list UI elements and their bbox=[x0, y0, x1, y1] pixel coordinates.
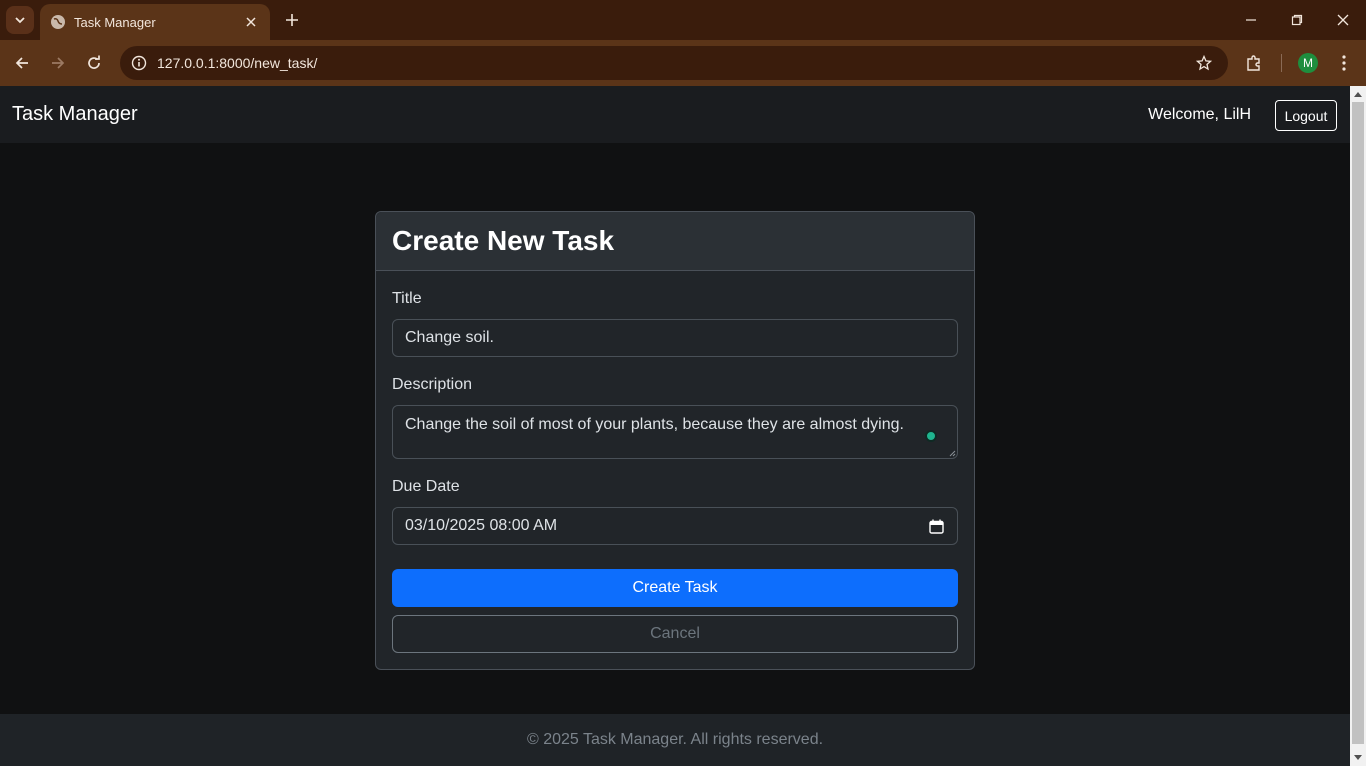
profile-avatar[interactable]: M bbox=[1298, 53, 1318, 73]
create-task-card: Create New Task Title Change soil. Descr… bbox=[375, 211, 975, 670]
browser-tab-strip: Task Manager bbox=[0, 0, 1366, 40]
browser-toolbar: 127.0.0.1:8000/new_task/ bbox=[0, 40, 1366, 86]
forward-arrow-icon[interactable] bbox=[44, 49, 72, 77]
tab-search-button[interactable] bbox=[6, 6, 34, 34]
plus-icon[interactable] bbox=[280, 8, 304, 32]
star-icon[interactable] bbox=[1190, 49, 1218, 77]
due-date-value: 03/10/2025 08:00 AM bbox=[405, 517, 558, 534]
restore-icon[interactable] bbox=[1274, 6, 1320, 34]
close-window-icon[interactable] bbox=[1320, 6, 1366, 34]
page-footer: © 2025 Task Manager. All rights reserved… bbox=[0, 714, 1350, 766]
description-label: Description bbox=[392, 376, 473, 393]
welcome-text: Welcome, LilH bbox=[1148, 106, 1251, 123]
description-textarea-value: Change the soil of most of your plants, … bbox=[405, 416, 904, 433]
more-vert-icon[interactable] bbox=[1330, 49, 1358, 77]
extensions-icon[interactable] bbox=[1240, 49, 1268, 77]
info-icon[interactable] bbox=[124, 48, 154, 78]
minimize-icon[interactable] bbox=[1228, 6, 1274, 34]
back-arrow-icon[interactable] bbox=[8, 49, 36, 77]
tab-title: Task Manager bbox=[74, 14, 156, 30]
title-input[interactable]: Change soil. bbox=[392, 319, 958, 357]
create-task-button[interactable]: Create Task bbox=[392, 569, 958, 607]
title-label: Title bbox=[392, 290, 422, 307]
page-title: Create New Task bbox=[392, 225, 615, 256]
address-bar[interactable]: 127.0.0.1:8000/new_task/ bbox=[120, 46, 1228, 80]
chevron-down-icon bbox=[15, 17, 25, 24]
page-scrollbar[interactable] bbox=[1350, 86, 1366, 766]
url-text[interactable]: 127.0.0.1:8000/new_task/ bbox=[157, 55, 1190, 71]
browser-tab[interactable]: Task Manager bbox=[40, 4, 270, 40]
navbar-brand[interactable]: Task Manager bbox=[12, 103, 138, 126]
grammar-check-icon[interactable] bbox=[925, 430, 937, 442]
footer-copyright: © 2025 Task Manager. All rights reserved… bbox=[526, 731, 824, 748]
resize-handle-icon[interactable] bbox=[948, 449, 956, 457]
toolbar-separator bbox=[1281, 54, 1282, 72]
app-navbar: Task Manager Welcome, LilH Logout bbox=[0, 86, 1350, 143]
globe-icon bbox=[50, 14, 66, 30]
card-header: Create New Task bbox=[376, 212, 974, 271]
description-textarea[interactable]: Change the soil of most of your plants, … bbox=[392, 405, 958, 459]
calendar-icon[interactable] bbox=[927, 517, 945, 535]
due-date-input[interactable]: 03/10/2025 08:00 AM bbox=[392, 507, 958, 545]
scroll-up-icon[interactable] bbox=[1350, 86, 1366, 102]
page-viewport: Task Manager Welcome, LilH Logout Create… bbox=[0, 86, 1350, 766]
close-icon[interactable] bbox=[242, 13, 260, 31]
cancel-button[interactable]: Cancel bbox=[392, 615, 958, 653]
logout-button[interactable]: Logout bbox=[1275, 100, 1337, 131]
scroll-down-icon[interactable] bbox=[1350, 750, 1366, 766]
reload-icon[interactable] bbox=[80, 49, 108, 77]
due-date-label: Due Date bbox=[392, 478, 460, 495]
title-input-value: Change soil. bbox=[405, 329, 494, 346]
scroll-thumb[interactable] bbox=[1352, 102, 1364, 744]
